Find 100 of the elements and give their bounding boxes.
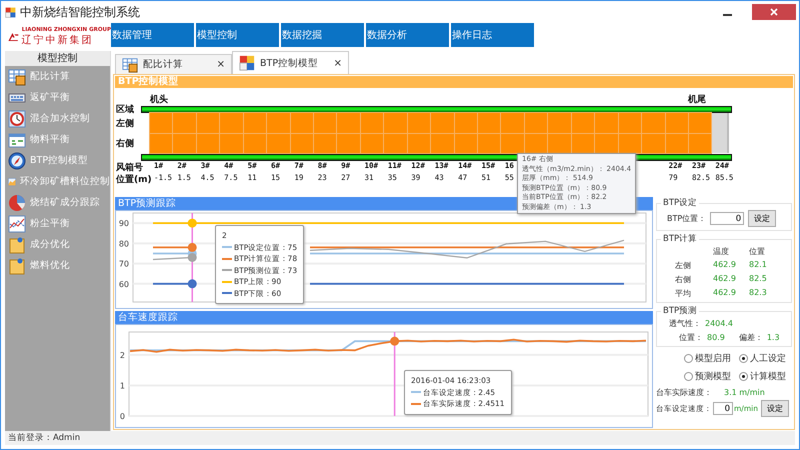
tab-close-button[interactable]: × [216, 59, 225, 70]
set-button[interactable]: 设定 [760, 400, 789, 417]
strand-cell[interactable] [220, 134, 243, 153]
table-icon [8, 68, 26, 86]
field-label: 偏差： [738, 332, 763, 343]
sidebar-item[interactable]: 成分优化 [5, 234, 110, 255]
strand-cell[interactable] [244, 113, 266, 132]
sidebar-item[interactable]: 物料平衡 [5, 129, 110, 150]
radio-button[interactable] [739, 372, 748, 381]
radio-label[interactable]: 人工设定 [750, 352, 786, 365]
window-icon [8, 130, 26, 148]
strand-cell[interactable] [666, 113, 688, 132]
tab-label: 配比计算 [143, 58, 184, 71]
strand-cell[interactable] [572, 113, 594, 132]
close-button[interactable] [752, 4, 796, 20]
tab-close-button[interactable]: × [334, 58, 342, 68]
side-label: 左侧 [116, 118, 135, 130]
axis-tick-label: 90 [118, 219, 129, 228]
strand-cell[interactable] [595, 113, 618, 132]
nav-button[interactable]: 数据分析 [366, 23, 449, 47]
strand-cell[interactable] [454, 134, 478, 153]
strand-cell[interactable] [220, 113, 243, 132]
strand-cell[interactable] [408, 134, 430, 153]
input-field[interactable]: 0 [713, 402, 733, 415]
row-label: 左侧 [675, 260, 692, 271]
strand-cell[interactable] [337, 113, 360, 132]
strand-cell[interactable] [501, 113, 524, 132]
nav-button[interactable]: 模型控制 [196, 23, 279, 47]
radio-button[interactable] [739, 354, 748, 363]
sidebar-title: 模型控制 [5, 51, 110, 66]
strand-cell[interactable] [384, 113, 407, 132]
temperature-value: 462.9 [713, 288, 737, 299]
sidebar-item[interactable]: 返矿平衡 [5, 87, 110, 108]
strand-cell[interactable] [572, 134, 594, 153]
strand-cell[interactable] [688, 113, 712, 132]
set-button[interactable]: 设定 [748, 210, 776, 227]
head-label: 机头 [150, 93, 169, 105]
field-label: 台车实际速度： [656, 387, 712, 398]
strand-cell[interactable] [524, 134, 548, 153]
data-point-marker [188, 218, 197, 228]
radio-label[interactable]: 预测模型 [695, 370, 731, 383]
strand-cell[interactable] [478, 134, 500, 153]
strand-cell[interactable] [431, 134, 454, 153]
radio-button[interactable] [684, 372, 693, 381]
temperature-value: 462.9 [713, 260, 737, 271]
strand-cell[interactable] [360, 134, 384, 153]
strand-cell[interactable] [290, 113, 314, 132]
pie-chart-icon [8, 194, 26, 212]
strand-cell[interactable] [384, 134, 407, 153]
strand-cell[interactable] [478, 113, 500, 132]
note-icon [8, 256, 26, 274]
nav-button[interactable]: 操作日志 [451, 23, 534, 47]
field-label: BTP位置： [667, 213, 706, 224]
strand-cell[interactable] [688, 134, 712, 153]
strand-cell[interactable] [524, 113, 548, 132]
strand-cell[interactable] [618, 134, 642, 153]
strand-cell[interactable] [267, 134, 290, 153]
radio-button[interactable] [684, 354, 693, 363]
strand-cell[interactable] [454, 113, 478, 132]
radio-label[interactable]: 计算模型 [750, 370, 786, 383]
strand-cell[interactable] [173, 134, 196, 153]
strand-cell[interactable] [314, 113, 336, 132]
position-value: 82.5 [749, 274, 768, 285]
strand-cell[interactable] [642, 134, 664, 153]
strand-cell[interactable] [244, 134, 266, 153]
strand-cell[interactable] [548, 113, 571, 132]
strand-cell[interactable] [150, 113, 172, 132]
row-label: 右侧 [675, 274, 692, 285]
strand-cell[interactable] [548, 134, 571, 153]
strand-cell[interactable] [431, 113, 454, 132]
sidebar-item[interactable]: 环冷卸矿槽料位控制 [5, 171, 110, 192]
radio-label[interactable]: 模型启用 [695, 352, 731, 365]
sidebar-item[interactable]: 粉尘平衡 [5, 213, 110, 234]
tab[interactable]: BTP控制模型 × [232, 51, 349, 74]
input-field[interactable]: 0 [710, 212, 744, 225]
strand-cell[interactable] [642, 113, 664, 132]
strand-cell[interactable] [595, 134, 618, 153]
strand-cell[interactable] [618, 113, 642, 132]
sidebar-item[interactable]: 燃料优化 [5, 255, 110, 276]
strand-cell[interactable] [173, 113, 196, 132]
tab[interactable]: 配比计算 × [115, 54, 232, 74]
strand-cell[interactable] [196, 113, 220, 132]
strand-cell[interactable] [666, 134, 688, 153]
data-point-marker [188, 279, 197, 288]
strand-cell[interactable] [360, 113, 384, 132]
sidebar-item[interactable]: BTP控制模型 [5, 150, 110, 171]
strand-cell[interactable] [314, 134, 336, 153]
strand-cell[interactable] [337, 134, 360, 153]
strand-cell[interactable] [408, 113, 430, 132]
strand-cell[interactable] [150, 134, 172, 153]
strand-cell[interactable] [290, 134, 314, 153]
nav-button[interactable]: 数据挖掘 [281, 23, 364, 47]
compass-icon [8, 152, 26, 170]
sidebar-item[interactable]: 烧结矿成分跟踪 [5, 192, 110, 213]
strand-cell[interactable] [501, 134, 524, 153]
sidebar-item[interactable]: 混合加水控制 [5, 108, 110, 129]
strand-cell[interactable] [267, 113, 290, 132]
nav-button[interactable]: 数据管理 [111, 23, 194, 47]
sidebar-item[interactable]: 配比计算 [5, 66, 110, 87]
strand-cell[interactable] [196, 134, 220, 153]
